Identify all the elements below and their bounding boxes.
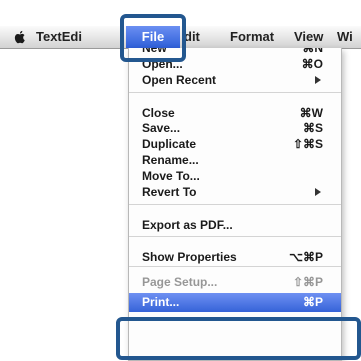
menu-item-shortcut: ⌥⌘P <box>289 250 323 264</box>
menu-app-textedit[interactable]: TextEdi <box>36 26 82 48</box>
menu-item-shortcut: ⌘N <box>302 48 323 55</box>
menu-item-label: Page Setup... <box>142 275 218 289</box>
menu-item-revert-to[interactable]: Revert To <box>129 184 341 200</box>
submenu-arrow-icon <box>315 188 321 196</box>
menu-item-label: Save... <box>142 121 181 135</box>
menu-item-label: Move To... <box>142 169 200 183</box>
menu-item-label: Duplicate <box>142 137 197 151</box>
menu-item-print[interactable]: Print... ⌘P <box>129 293 341 312</box>
menu-item-label: Show Properties <box>142 250 237 264</box>
menu-item-show-properties[interactable]: Show Properties ⌥⌘P <box>129 249 341 265</box>
menu-item-duplicate[interactable]: Duplicate ⇧⌘S <box>129 136 341 152</box>
menu-separator <box>129 266 341 267</box>
menu-item-label: Open Recent <box>142 73 217 87</box>
menu-edit[interactable]: dit <box>184 26 200 48</box>
menu-item-label: Rename... <box>142 153 199 167</box>
menu-item-shortcut: ⌘S <box>302 121 323 135</box>
menu-item-label: Print... <box>142 295 180 309</box>
menu-format[interactable]: Format <box>230 26 274 48</box>
file-menu-dropdown: New ⌘N Open... ⌘O Open Recent Close ⌘W Save... ⌘… <box>128 48 342 361</box>
menu-item-move-to[interactable]: Move To... <box>129 168 341 184</box>
menu-item-open-recent[interactable]: Open Recent <box>129 72 341 88</box>
menu-window[interactable]: Wi <box>337 26 353 48</box>
menu-separator <box>129 92 341 93</box>
menu-item-shortcut: ⇧⌘P <box>292 275 323 289</box>
menu-item-shortcut: ⇧⌘S <box>292 137 323 151</box>
menu-item-export-as-pdf[interactable]: Export as PDF... <box>129 217 341 233</box>
menu-item-rename[interactable]: Rename... <box>129 152 341 168</box>
apple-icon[interactable] <box>12 29 28 45</box>
menu-view[interactable]: View <box>294 26 323 48</box>
menu-item-label: Revert To <box>142 185 197 199</box>
menu-item-shortcut: ⌘O <box>301 57 323 71</box>
menu-item-shortcut: ⌘P <box>302 295 323 309</box>
menu-separator <box>129 236 341 237</box>
menu-item-page-setup[interactable]: Page Setup... ⇧⌘P <box>129 274 341 290</box>
submenu-arrow-icon <box>315 76 321 84</box>
menu-item-label: Close <box>142 106 175 120</box>
menu-item-shortcut: ⌘W <box>299 106 323 120</box>
menu-item-label: Export as PDF... <box>142 218 233 232</box>
menu-item-close[interactable]: Close ⌘W <box>129 105 341 121</box>
file-menu-highlight-outline <box>120 14 186 62</box>
print-item-highlight-outline <box>116 317 361 360</box>
menu-item-save[interactable]: Save... ⌘S <box>129 120 341 136</box>
menu-separator <box>129 204 341 205</box>
